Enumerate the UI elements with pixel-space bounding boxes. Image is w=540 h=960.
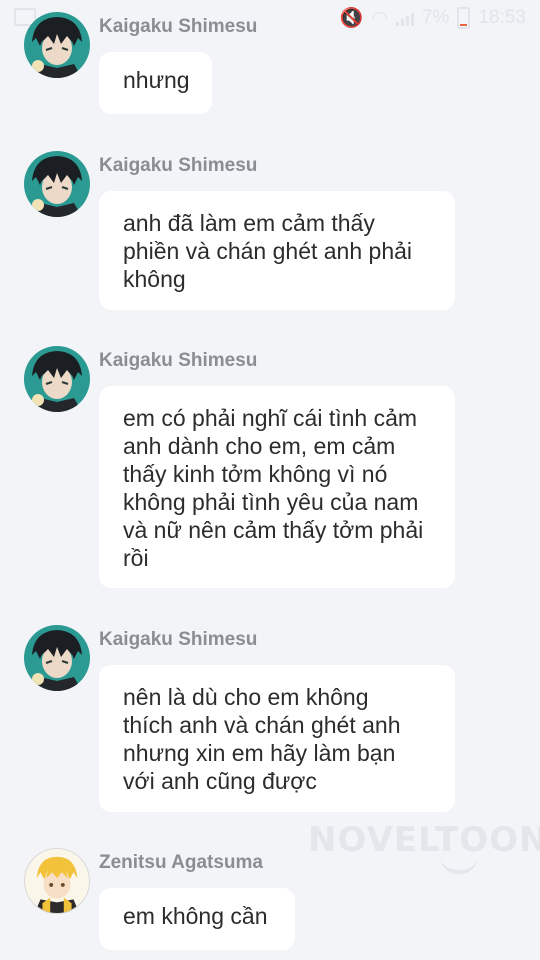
sender-name: Kaigaku Shimesu: [99, 16, 258, 37]
message-bubble[interactable]: em có phải nghĩ cái tình cảm anh dành ch…: [99, 386, 455, 588]
avatar[interactable]: [24, 625, 90, 691]
kaigaku-avatar-icon: [24, 346, 90, 412]
message-bubble[interactable]: em không cần: [99, 888, 295, 950]
kaigaku-avatar-icon: [24, 625, 90, 691]
signal-icon: [395, 10, 414, 26]
sender-name: Zenitsu Agatsuma: [99, 852, 263, 873]
avatar[interactable]: [24, 848, 90, 914]
sender-name: Kaigaku Shimesu: [99, 629, 258, 650]
kaigaku-avatar-icon: [24, 12, 90, 78]
avatar[interactable]: [24, 12, 90, 78]
message-bubble[interactable]: anh đã làm em cảm thấy phiền và chán ghé…: [99, 191, 455, 310]
message-bubble[interactable]: nên là dù cho em không thích anh và chán…: [99, 665, 455, 812]
watermark-smile-icon: [440, 856, 478, 874]
mute-icon: 🔇: [339, 8, 364, 29]
clock: 18:53: [478, 7, 526, 28]
battery-percent: 7%: [421, 7, 450, 28]
battery-icon: [457, 7, 471, 29]
sender-name: Kaigaku Shimesu: [99, 350, 258, 371]
avatar[interactable]: [24, 151, 90, 217]
wifi-icon: ◠: [371, 7, 388, 29]
message-bubble[interactable]: nhưng: [99, 52, 212, 114]
kaigaku-avatar-icon: [24, 151, 90, 217]
sender-name: Kaigaku Shimesu: [99, 155, 258, 176]
zenitsu-avatar-icon: [25, 849, 89, 913]
watermark: NOVELTOON: [308, 820, 540, 860]
avatar[interactable]: [24, 346, 90, 412]
